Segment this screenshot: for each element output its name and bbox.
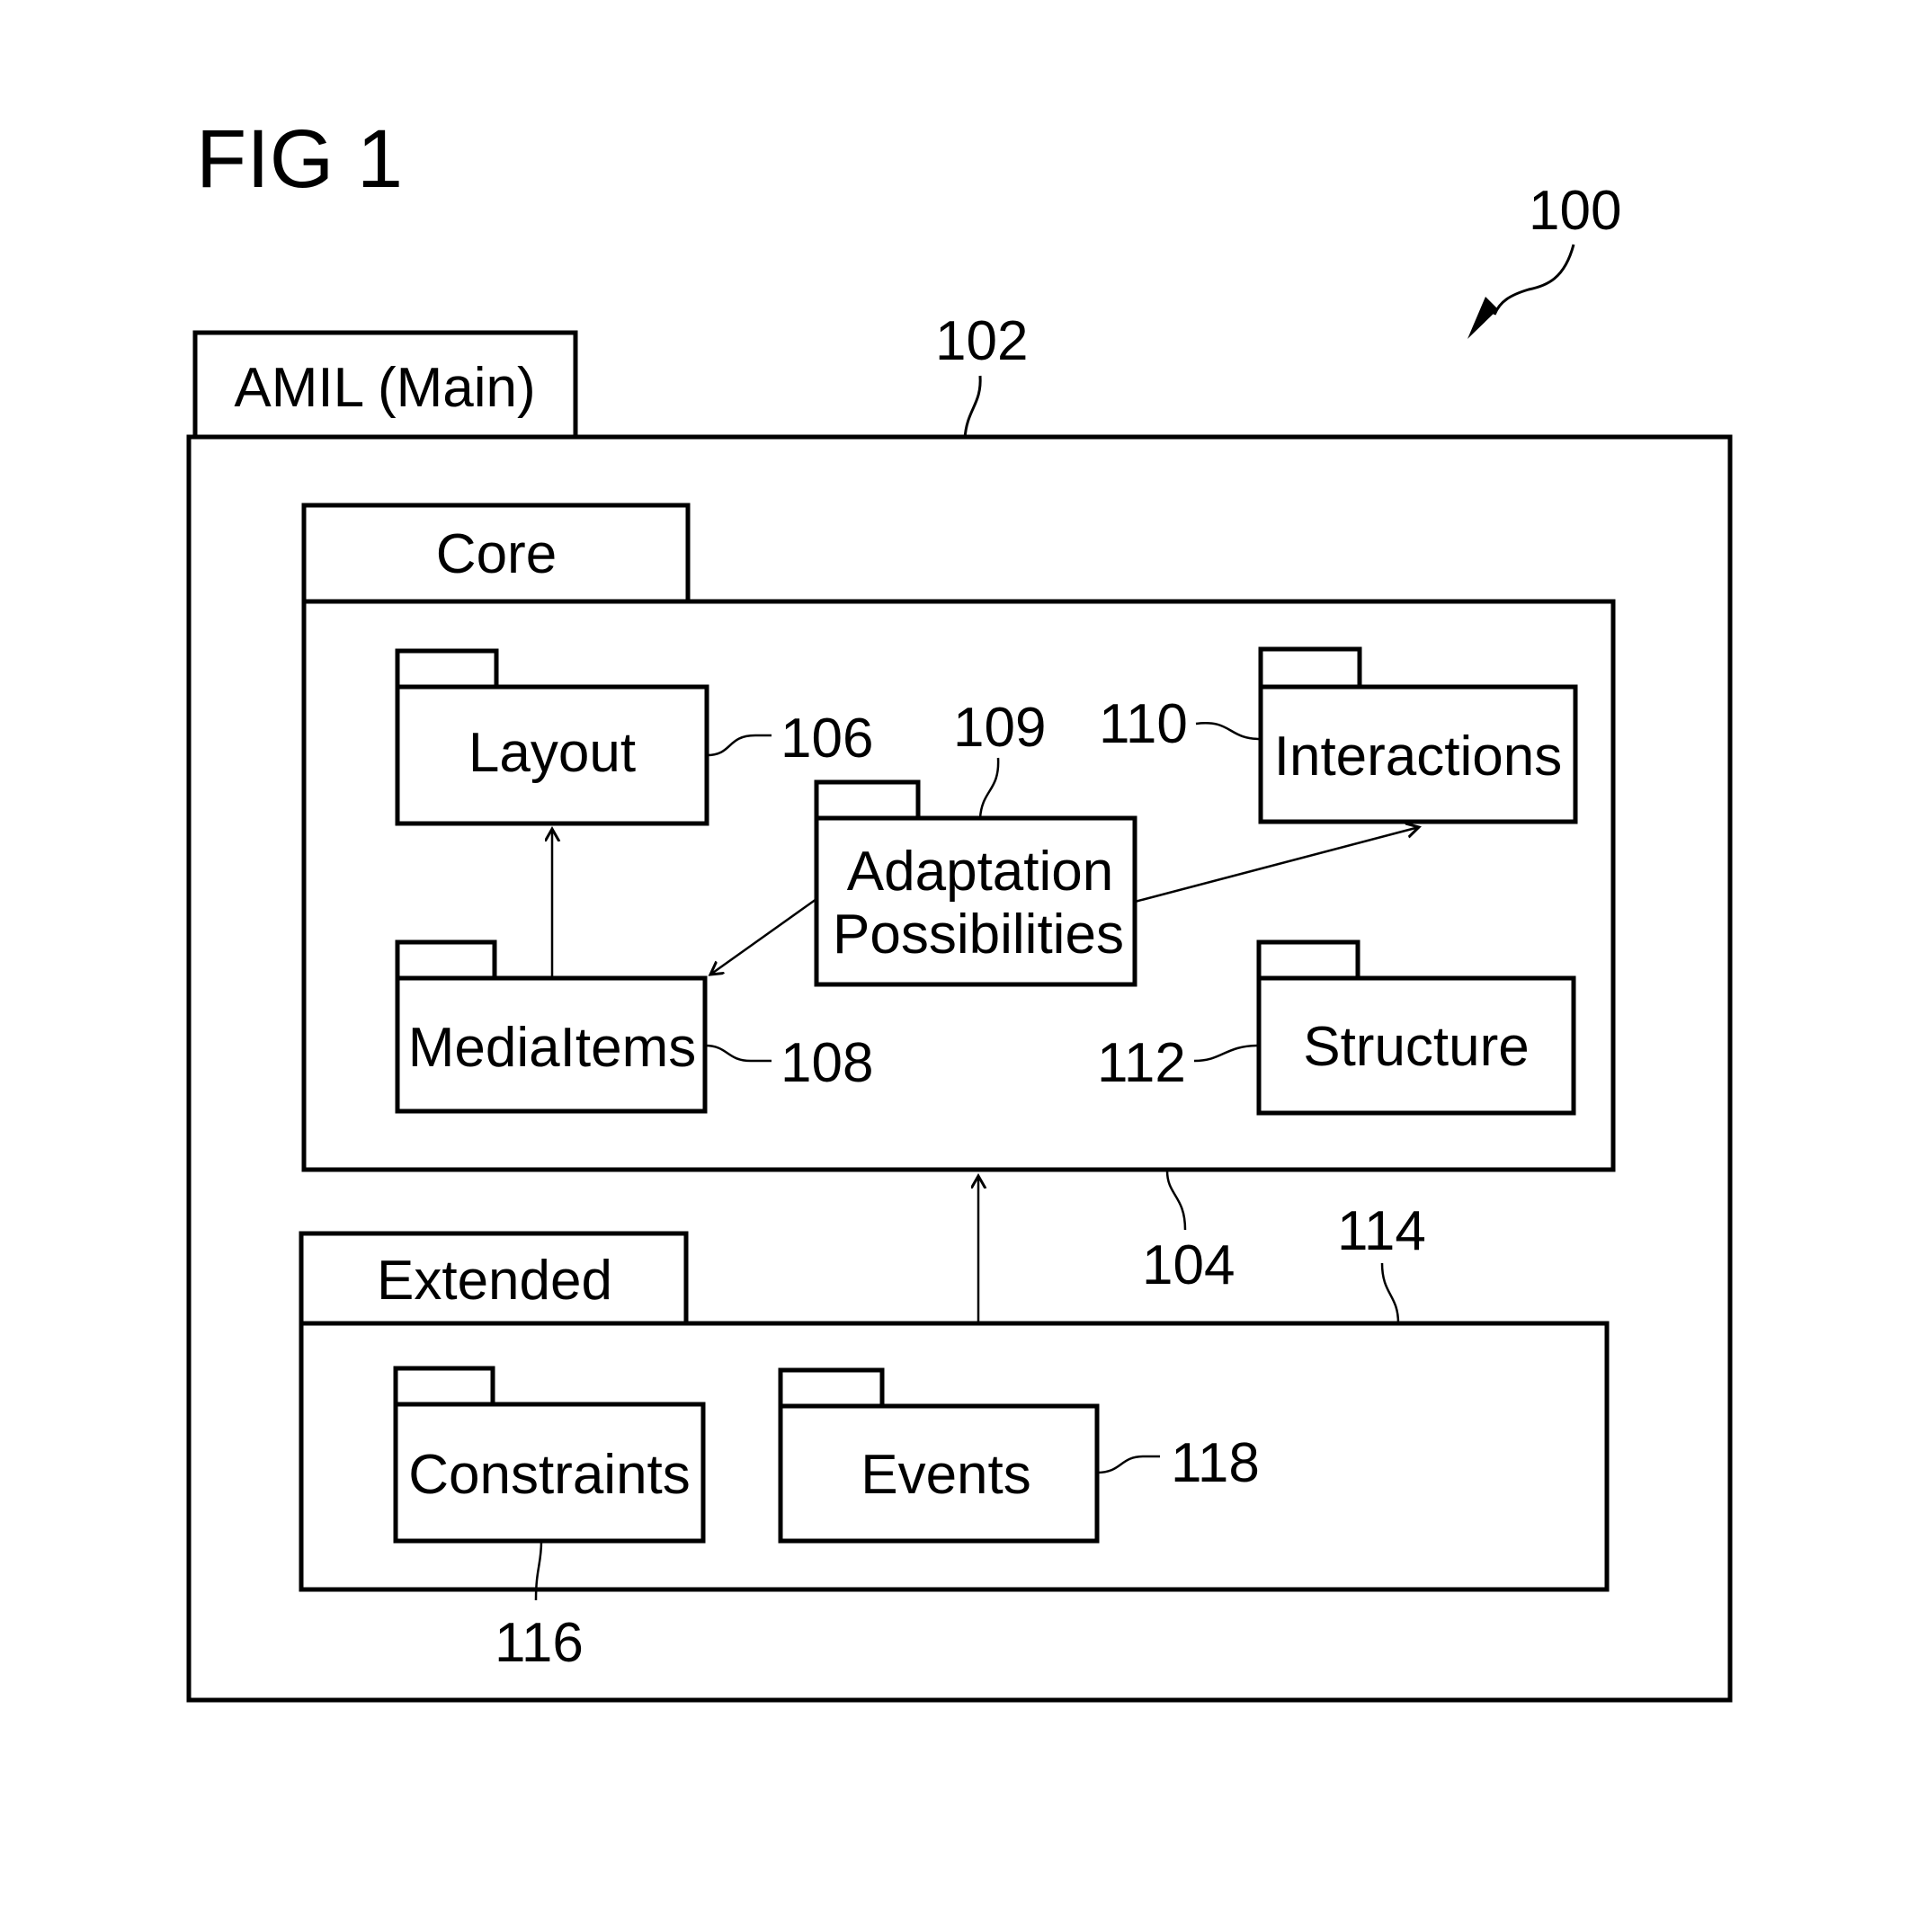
interactions-label: Interactions xyxy=(1274,726,1563,788)
ref-102-leader xyxy=(963,375,982,440)
ref-116: 116 xyxy=(495,1612,584,1674)
structure-tab xyxy=(1256,939,1360,981)
ref-100-arrowhead xyxy=(1467,297,1498,339)
ref-108: 108 xyxy=(781,1032,873,1094)
constraints-tab xyxy=(393,1366,495,1407)
package-diagram: FIG 1 100 AMIL (Main) 102 Core Layout 10… xyxy=(186,113,1733,1703)
ref-118: 118 xyxy=(1171,1432,1260,1494)
ref-110: 110 xyxy=(1099,693,1188,755)
media-items-label: MediaItems xyxy=(408,1017,696,1079)
layout-tab xyxy=(395,648,499,690)
adaptation-label-line2: Possibilities xyxy=(833,904,1124,966)
ref-109: 109 xyxy=(953,697,1046,759)
structure-label: Structure xyxy=(1303,1016,1530,1078)
ref-106: 106 xyxy=(781,708,873,770)
constraints-label: Constraints xyxy=(408,1444,691,1506)
ref-100: 100 xyxy=(1529,180,1621,242)
media-items-tab xyxy=(395,939,497,981)
events-label: Events xyxy=(861,1444,1031,1506)
figure-title: FIG 1 xyxy=(196,113,403,205)
ref-102: 102 xyxy=(935,310,1028,372)
interactions-tab xyxy=(1258,646,1362,690)
events-tab xyxy=(778,1367,885,1409)
amil-label: AMIL (Main) xyxy=(234,357,535,419)
core-label: Core xyxy=(436,523,557,585)
adaptation-tab xyxy=(814,779,921,821)
ref-104: 104 xyxy=(1142,1234,1235,1296)
adaptation-label-line1: Adaptation xyxy=(847,841,1113,903)
ref-100-leader xyxy=(1493,244,1575,316)
ref-114: 114 xyxy=(1337,1200,1426,1262)
layout-label: Layout xyxy=(468,722,636,784)
extended-label: Extended xyxy=(377,1250,612,1312)
ref-112: 112 xyxy=(1097,1032,1186,1094)
